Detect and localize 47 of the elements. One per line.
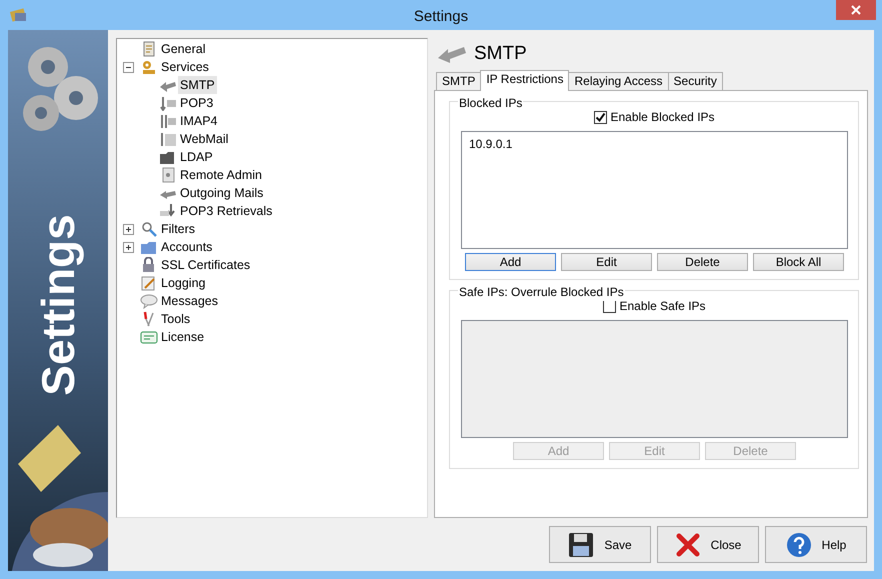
- close-icon: [851, 5, 861, 15]
- folder-icon: [159, 149, 177, 165]
- tree-item[interactable]: POP3: [178, 94, 216, 112]
- close-icon: [674, 532, 701, 558]
- dialog-button[interactable]: Help: [765, 526, 867, 563]
- tree-item[interactable]: Remote Admin: [178, 166, 264, 184]
- dialog-button[interactable]: Edit: [561, 253, 652, 271]
- speech-bubble-icon: [140, 293, 158, 309]
- tab[interactable]: IP Restrictions: [480, 70, 570, 91]
- page-title: SMTP: [474, 42, 527, 66]
- dialog-button[interactable]: Save: [549, 526, 651, 563]
- dialog-button[interactable]: Block All: [753, 253, 844, 271]
- tree-item[interactable]: POP3 Retrievals: [178, 202, 274, 220]
- tree-item[interactable]: General: [159, 40, 208, 58]
- tree-item[interactable]: SSL Certificates: [159, 256, 252, 274]
- window-title: Settings: [414, 7, 468, 27]
- folder-icon: [140, 239, 158, 255]
- dialog-button[interactable]: Delete: [657, 253, 748, 271]
- tree-item[interactable]: Messages: [159, 292, 220, 310]
- app-icon: [10, 8, 28, 22]
- tab[interactable]: SMTP: [436, 72, 482, 90]
- tree-item[interactable]: Accounts: [159, 238, 214, 256]
- help-icon: [786, 532, 812, 558]
- card-icon: [140, 329, 158, 345]
- checkbox[interactable]: [594, 110, 608, 124]
- tree-item[interactable]: Services: [159, 58, 211, 76]
- dialog-button[interactable]: Close: [657, 526, 759, 563]
- tree-item[interactable]: License: [159, 328, 206, 346]
- checkbox-label[interactable]: Enable Blocked IPs: [610, 108, 715, 126]
- tree-item[interactable]: SMTP: [178, 76, 217, 94]
- ip-list[interactable]: 10.9.0.1: [461, 131, 848, 249]
- expand-toggle[interactable]: [123, 242, 134, 252]
- expand-toggle[interactable]: [123, 224, 134, 234]
- tree-item[interactable]: Logging: [159, 274, 208, 292]
- tree-item[interactable]: Filters: [159, 220, 198, 238]
- tab[interactable]: Security: [668, 72, 723, 90]
- close-button[interactable]: [836, 0, 876, 20]
- tree-item[interactable]: IMAP4: [178, 112, 220, 130]
- tree-item[interactable]: WebMail: [178, 130, 230, 148]
- tree-item[interactable]: Tools: [159, 310, 192, 328]
- dialog-button[interactable]: Add: [465, 253, 556, 271]
- tab[interactable]: Relaying Access: [568, 72, 669, 90]
- tree-item[interactable]: LDAP: [178, 148, 215, 166]
- list-item[interactable]: 10.9.0.1: [469, 135, 840, 153]
- magnifier-icon: [140, 221, 158, 237]
- collapse-toggle[interactable]: [123, 62, 134, 72]
- tree-item[interactable]: Outgoing Mails: [178, 184, 266, 202]
